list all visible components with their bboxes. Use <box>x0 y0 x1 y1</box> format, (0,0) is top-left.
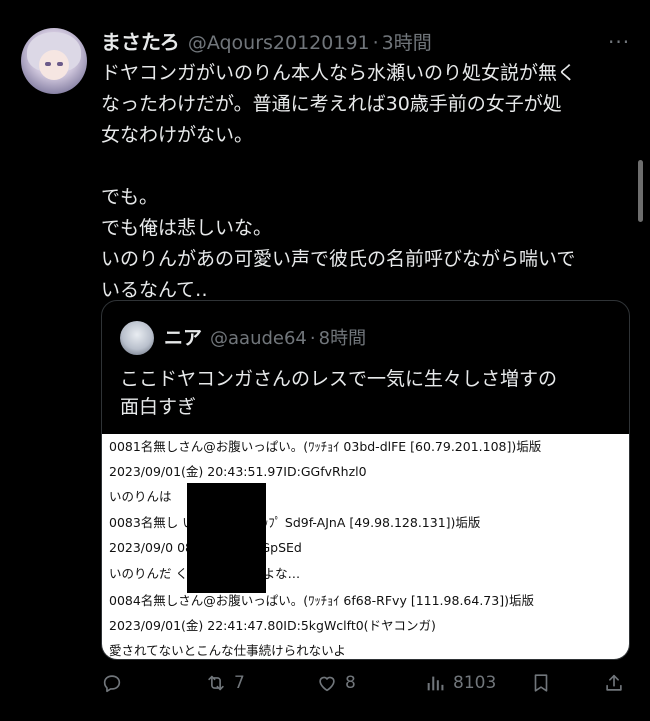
image-text-line: 愛されてないとこんな仕事続けられないよ <box>109 643 346 658</box>
tweet-header: まさたろ @Aqours20120191 · 3時間 <box>101 26 432 54</box>
image-text-line: 0083名無し いっぱい。(ｽｯｯﾌﾟ Sd9f-AJnA [49.98.128… <box>109 515 481 530</box>
image-text-line: 2023/09/01(金) 20:43:51.97ID:GGfvRhzl0 <box>109 464 367 479</box>
tweet-text: ドヤコンガがいのりん本人なら水瀬いのり処女説が無く なったわけだが。普通に考えれ… <box>101 62 577 301</box>
quoted-timestamp: 8時間 <box>318 328 367 349</box>
more-options-icon[interactable]: ··· <box>608 30 630 54</box>
quoted-user-handle: @aaude64 <box>210 328 307 349</box>
quoted-header: ニア @aaude64 · 8時間 <box>164 323 366 350</box>
reply-button[interactable] <box>101 672 130 694</box>
views-count: 8103 <box>453 673 497 693</box>
quoted-display-name: ニア <box>164 327 203 349</box>
redaction-box <box>187 483 266 593</box>
separator-dot: · <box>309 328 316 349</box>
image-text-line: 2023/09/01(金) 22:41:47.80ID:5kgWclft0(ドヤ… <box>109 618 436 633</box>
separator-dot: · <box>372 32 379 54</box>
views-icon <box>427 676 444 691</box>
retweet-icon <box>208 675 224 691</box>
image-text-line: 0084名無しさん@お腹いっぱい。(ﾜｯﾁｮｲ 6f68-RFvy [111.9… <box>109 593 534 608</box>
quoted-image[interactable]: 0081名無しさん@お腹いっぱい。(ﾜｯﾁｮｲ 03bd-dlFE [60.79… <box>102 434 629 659</box>
display-name[interactable]: まさたろ <box>101 26 180 55</box>
user-handle[interactable]: @Aqours20120191 <box>188 32 370 54</box>
like-count: 8 <box>345 673 356 693</box>
retweet-button[interactable]: 7 <box>205 672 245 694</box>
quoted-text: ここドヤコンガさんのレスで一気に生々しさ増すの 面白すぎ <box>120 368 558 418</box>
bookmark-icon <box>534 674 548 692</box>
avatar[interactable] <box>21 28 87 94</box>
image-text-line: 0081名無しさん@お腹いっぱい。(ﾜｯﾁｮｲ 03bd-dlFE [60.79… <box>109 439 542 454</box>
action-bar: 7 8 8103 <box>0 672 650 708</box>
like-button[interactable]: 8 <box>316 672 356 694</box>
quoted-tweet[interactable]: ニア @aaude64 · 8時間 ここドヤコンガさんのレスで一気に生々しさ増す… <box>101 300 630 660</box>
share-button[interactable] <box>603 672 625 694</box>
avatar-eye <box>45 62 51 66</box>
tweet[interactable]: まさたろ @Aqours20120191 · 3時間 ··· ドヤコンガがいのり… <box>0 0 650 721</box>
views-button[interactable]: 8103 <box>424 672 496 694</box>
reply-icon <box>103 675 121 693</box>
share-icon <box>606 674 622 691</box>
retweet-count: 7 <box>234 673 245 693</box>
heart-icon <box>319 676 335 692</box>
timestamp[interactable]: 3時間 <box>382 28 432 55</box>
image-text-line: いのりんは <box>109 489 172 504</box>
bookmark-button[interactable] <box>530 672 552 694</box>
avatar-eye <box>57 62 63 66</box>
quoted-avatar[interactable] <box>120 321 154 355</box>
scrollbar-thumb[interactable] <box>638 160 643 222</box>
avatar-face <box>39 50 69 80</box>
